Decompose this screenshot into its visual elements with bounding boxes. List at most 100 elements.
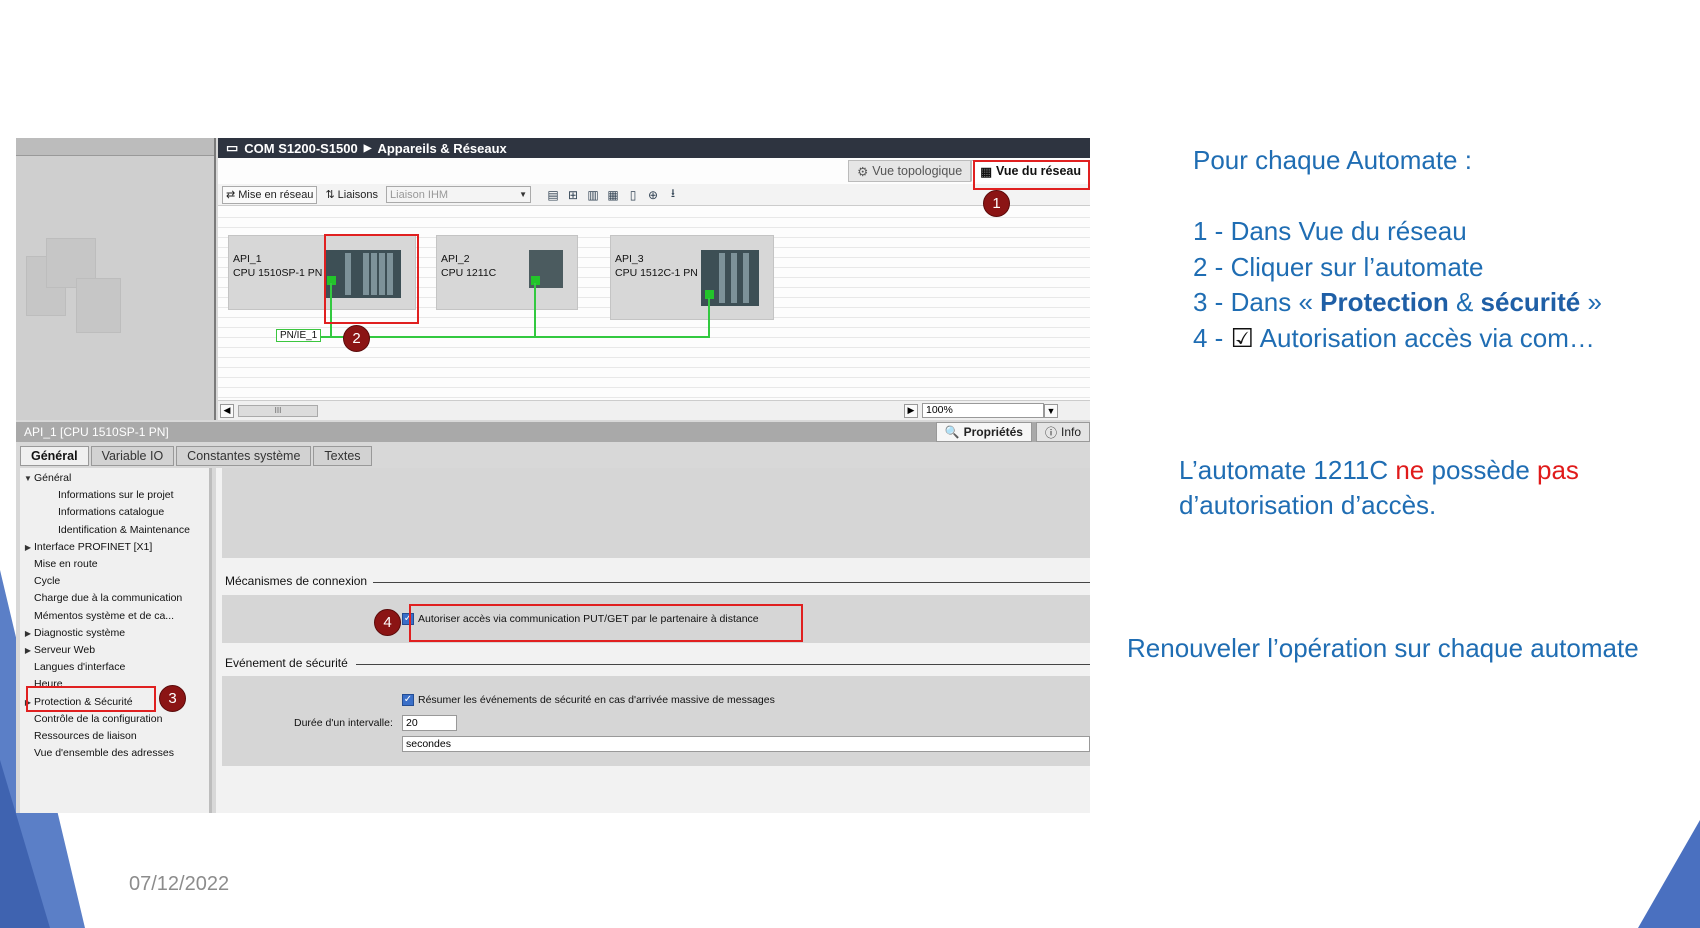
nav-item[interactable]: Charge due à la communication xyxy=(20,590,182,606)
network-bus-line[interactable] xyxy=(318,336,710,338)
device-api-3[interactable]: API_3 CPU 1512C-1 PN xyxy=(610,235,774,320)
tab-properties[interactable]: 🔍 Propriétés xyxy=(935,422,1032,442)
nav-item[interactable]: ▼ Général xyxy=(20,470,71,486)
nav-item[interactable]: Contrôle de la configuration xyxy=(20,711,162,727)
tab-info-label: Info xyxy=(1060,425,1081,439)
nav-item[interactable]: ▶ Diagnostic système xyxy=(20,625,125,641)
rack-slot xyxy=(743,253,749,303)
ghost-shape xyxy=(76,278,121,333)
nav-item-label: Informations catalogue xyxy=(58,506,165,519)
interval-input[interactable]: 20 xyxy=(402,715,457,731)
properties-icon: 🔍 xyxy=(944,425,960,439)
connection-type-select[interactable]: Liaison IHM ▼ xyxy=(386,186,532,203)
highlight-protection-security xyxy=(26,686,156,712)
instruction-step-1: 1 - Dans Vue du réseau xyxy=(1193,216,1467,246)
zoom-in-icon[interactable]: ⊕ xyxy=(645,187,661,203)
nav-item[interactable]: Mise en route xyxy=(20,556,98,572)
nav-item[interactable]: Mémentos système et de ca... xyxy=(20,608,174,624)
tab-general[interactable]: Général xyxy=(20,446,89,466)
device-api-3-name: API_3 xyxy=(615,253,644,265)
zoom-input[interactable]: 100% xyxy=(922,403,1044,418)
project-tree-panel xyxy=(16,138,216,420)
section-connection-title: Mécanismes de connexion xyxy=(225,574,374,588)
nav-item-label: Cycle xyxy=(34,575,61,588)
nav-item-label: Vue d'ensemble des adresses xyxy=(34,747,174,760)
network-button[interactable]: ⇄ Mise en réseau xyxy=(222,185,318,204)
note-ne: ne xyxy=(1395,455,1425,485)
nav-item-label: Identification & Maintenance xyxy=(58,523,190,536)
section-divider xyxy=(366,582,1090,583)
grid-icon[interactable]: ▦ xyxy=(605,187,621,203)
network-line-api-3 xyxy=(708,298,710,338)
marker-4: 4 xyxy=(374,609,401,636)
chevron-down-icon[interactable]: ▼ xyxy=(22,471,34,487)
topology-icon: ⚙ xyxy=(857,164,869,179)
nav-item[interactable]: Vue d'ensemble des adresses xyxy=(20,745,174,761)
inspector-title: API_1 [CPU 1510SP-1 PN] xyxy=(24,425,169,439)
chevron-right-icon[interactable]: ▶ xyxy=(22,643,34,659)
nav-item[interactable]: Cycle xyxy=(20,573,60,589)
nav-item-label: Mémentos système et de ca... xyxy=(34,609,175,622)
step3-bold-securite: sécurité xyxy=(1480,287,1581,317)
nav-item-label: Mise en route xyxy=(34,558,98,570)
step3-suffix: » xyxy=(1580,287,1602,317)
layout-icon[interactable]: ⊞ xyxy=(565,187,581,203)
scroll-right-icon[interactable]: ▶ xyxy=(904,403,918,418)
note-line-1: L’automate 1211C ne possède pas xyxy=(1179,455,1579,486)
upper-panel xyxy=(222,468,1090,558)
scroll-thumb[interactable]: III xyxy=(238,404,318,417)
summarize-checkbox-label: Résumer les événements de sécurité en ca… xyxy=(418,694,775,706)
device-api-3-cpu: CPU 1512C-1 PN xyxy=(615,267,698,279)
chevron-right-icon[interactable]: ▶ xyxy=(22,540,34,556)
tab-texts[interactable]: Textes xyxy=(313,446,372,466)
nav-item[interactable]: Identification & Maintenance xyxy=(20,522,190,538)
editor-icon: ▭ xyxy=(226,140,239,155)
panel-icon[interactable]: ▯ xyxy=(625,187,641,203)
tab-info[interactable]: ⓘ Info xyxy=(1035,422,1090,442)
connections-button[interactable]: ⇅ Liaisons xyxy=(321,186,382,204)
step3-prefix: 3 - Dans « xyxy=(1193,287,1321,317)
network-toolbar: ⇄ Mise en réseau ⇅ Liaisons Liaison IHM … xyxy=(218,184,1090,206)
nav-item[interactable]: Informations sur le projet xyxy=(20,487,174,503)
note-part-a: L’automate 1211C xyxy=(1179,455,1396,485)
tab-io-variables[interactable]: Variable IO xyxy=(90,446,175,466)
nav-item-label: Charge due à la communication xyxy=(34,592,183,605)
tab-properties-label: Propriétés xyxy=(963,425,1023,439)
instruction-step-2: 2 - Cliquer sur l’automate xyxy=(1193,252,1484,282)
zoom-control: ▶ 100% ▼ xyxy=(904,403,1058,418)
nav-item-label: Diagnostic système xyxy=(34,626,126,639)
zoom-dropdown-icon[interactable]: ▼ xyxy=(1044,403,1058,418)
breadcrumb-devices[interactable]: Appareils & Réseaux xyxy=(377,141,506,156)
nav-item-label: Langues d'interface xyxy=(34,661,126,674)
inspector-nav-tree: ▼ Général Informations sur le projet Inform… xyxy=(20,468,212,813)
nav-item[interactable]: Ressources de liaison xyxy=(20,728,137,744)
horizontal-scrollbar[interactable]: ◀ III ▶ 100% ▼ xyxy=(218,400,1090,420)
device-api-2[interactable]: API_2 CPU 1211C xyxy=(436,235,578,310)
network-label[interactable]: PN/IE_1 xyxy=(276,329,322,342)
nav-item[interactable]: ▶ Serveur Web xyxy=(20,642,95,658)
chevron-right-icon[interactable]: ▶ xyxy=(22,626,34,642)
instruction-step-3: 3 - Dans « Protection & sécurité » xyxy=(1193,287,1602,318)
scroll-left-icon[interactable]: ◀ xyxy=(220,403,234,418)
interval-unit-field[interactable]: secondes xyxy=(402,736,1090,752)
nav-item-label: Général xyxy=(34,472,72,484)
download-icon[interactable]: ⭳ xyxy=(665,186,681,203)
breadcrumb-separator-icon: ▶ xyxy=(363,142,372,154)
editor-title-bar: ▭ COM S1200-S1500 ▶ Appareils & Réseaux xyxy=(218,138,1090,158)
highlight-api-1 xyxy=(324,234,419,324)
address-icon[interactable]: ▤ xyxy=(545,187,561,203)
summarize-checkbox[interactable]: ✓ xyxy=(402,694,414,706)
nav-item[interactable]: ▶ Interface PROFINET [X1] xyxy=(20,539,152,555)
nav-item[interactable]: Langues d'interface xyxy=(20,659,125,675)
decor-triangle-right xyxy=(1638,820,1700,928)
summarize-checkbox-row[interactable]: ✓ Résumer les événements de sécurité en … xyxy=(402,694,775,706)
device-api-2-cpu: CPU 1211C xyxy=(441,267,497,279)
connections-button-label: Liaisons xyxy=(337,188,379,201)
breadcrumb-project[interactable]: COM S1200-S1500 xyxy=(244,141,357,156)
instruction-step-4: 4 - ☑ Autorisation accès via com… xyxy=(1193,323,1595,354)
tab-topology-view[interactable]: ⚙ Vue topologique xyxy=(848,160,972,182)
tab-system-constants[interactable]: Constantes système xyxy=(176,446,312,466)
nav-item[interactable]: Informations catalogue xyxy=(20,504,164,520)
table-icon[interactable]: ▥ xyxy=(585,187,601,203)
device-api-1-cpu: CPU 1510SP-1 PN xyxy=(233,267,323,279)
